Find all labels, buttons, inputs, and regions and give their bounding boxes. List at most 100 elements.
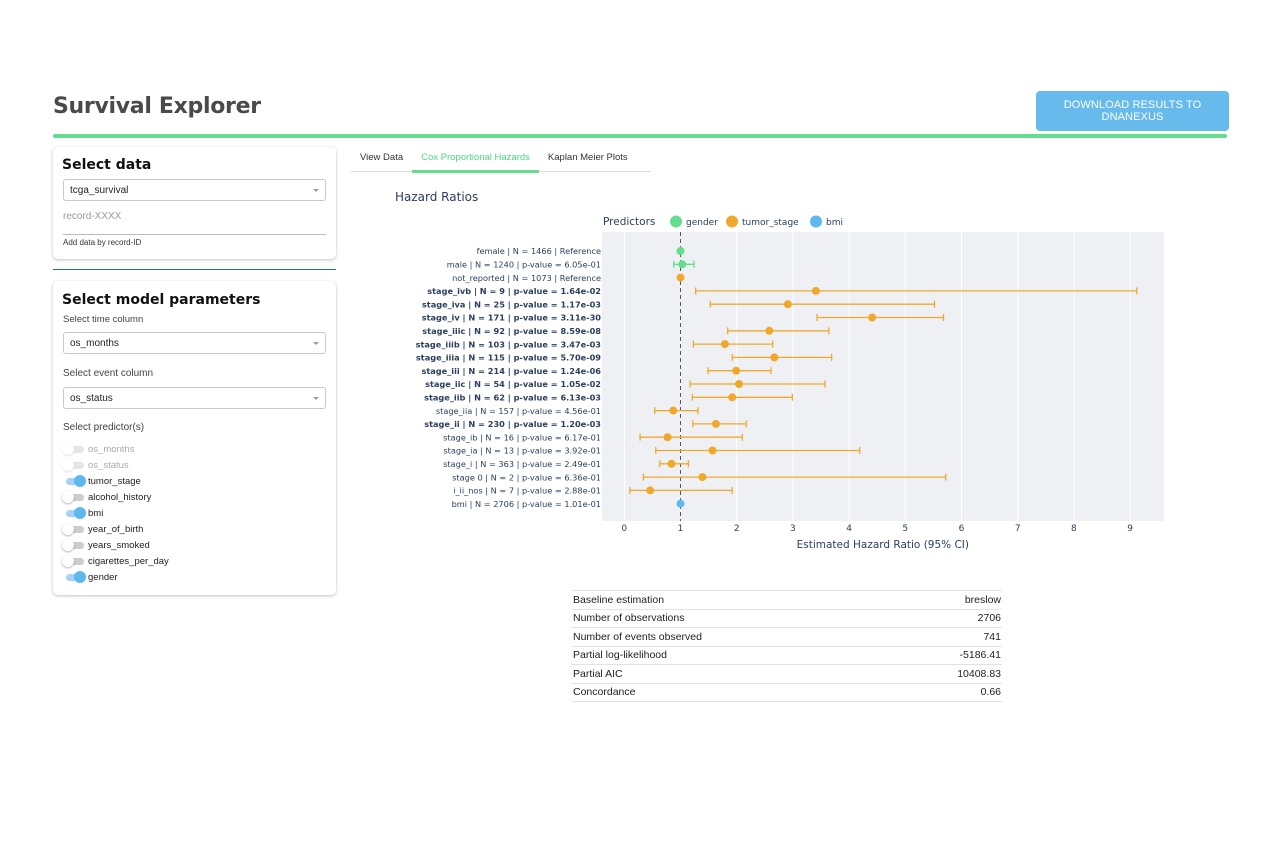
stats-row: Partial AIC 10408.83 [572, 664, 1002, 683]
predictor-toggle-tumor-stage[interactable]: tumor_stage [62, 473, 169, 489]
toggle-switch[interactable] [62, 522, 86, 536]
hazard-ratio-point [732, 366, 741, 375]
predictor-toggle-year-of-birth[interactable]: year_of_birth [62, 521, 169, 537]
legend-label-tumor-stage[interactable]: tumor_stage [742, 218, 799, 228]
predictor-label: bmi [88, 507, 104, 519]
model-summary-table: Baseline estimation breslow Number of obse… [572, 590, 1002, 702]
header-accent-bar [53, 134, 1227, 138]
hazard-ratio-point [868, 313, 877, 322]
row-label: female | N = 1466 | Reference [477, 246, 601, 256]
stat-label: Partial AIC [572, 664, 891, 683]
toggle-switch[interactable] [62, 442, 86, 456]
toggle-switch[interactable] [62, 538, 86, 552]
predictors-label: Select predictor(s) [63, 422, 145, 433]
predictor-toggle-list: os_months os_status tumor_stage alcohol_… [62, 441, 169, 585]
chevron-down-icon [313, 397, 319, 400]
x-axis-label: Estimated Hazard Ratio (95% CI) [797, 539, 969, 551]
results-tabs: View Data Cox Proportional Hazards Kapla… [351, 147, 651, 173]
row-label: stage 0 | N = 2 | p-value = 6.36e-01 [452, 472, 601, 482]
predictor-label: gender [88, 571, 118, 583]
predictor-toggle-os-status[interactable]: os_status [62, 457, 169, 473]
download-results-button[interactable]: DOWNLOAD RESULTS TO DNANEXUS [1036, 91, 1229, 131]
hazard-ratio-point [811, 286, 820, 295]
tab-kaplan-meier-plots[interactable]: Kaplan Meier Plots [539, 147, 637, 172]
toggle-switch[interactable] [62, 474, 86, 488]
predictor-label: year_of_birth [88, 523, 144, 535]
x-tick-label: 4 [846, 524, 852, 534]
predictor-toggle-cigarettes-per-day[interactable]: cigarettes_per_day [62, 553, 169, 569]
row-label: stage_iib | N = 62 | p-value = 6.13e-03 [424, 393, 601, 403]
hazard-ratio-point [678, 260, 687, 269]
legend: Predictors gender tumor_stage bmi [603, 215, 843, 228]
record-id-helper: Add data by record-ID [63, 238, 142, 247]
stat-value: 10408.83 [890, 664, 1002, 683]
row-label: stage_iia | N = 157 | p-value = 4.56e-01 [436, 406, 601, 416]
hazard-ratio-point [676, 273, 685, 282]
record-id-input[interactable]: record-XXXX [63, 207, 326, 235]
predictor-toggle-bmi[interactable]: bmi [62, 505, 169, 521]
select-data-card: Select data tcga_survival record-XXXX Ad… [53, 147, 336, 259]
stats-row: Concordance 0.66 [572, 682, 1002, 702]
x-tick-label: 2 [734, 524, 740, 534]
hazard-ratio-point [676, 247, 685, 255]
app-title: Survival Explorer [53, 94, 261, 119]
tab-cox-proportional-hazards[interactable]: Cox Proportional Hazards [412, 147, 539, 173]
row-label: stage_iv | N = 171 | p-value = 3.11e-30 [422, 313, 602, 323]
x-tick-label: 7 [1015, 524, 1021, 534]
hazard-ratio-point [783, 300, 792, 309]
x-tick-label: 3 [790, 524, 796, 534]
event-column-select[interactable]: os_status [63, 387, 326, 409]
plot-area [602, 232, 1164, 521]
tab-view-data[interactable]: View Data [351, 147, 412, 172]
predictor-toggle-gender[interactable]: gender [62, 569, 169, 585]
toggle-switch[interactable] [62, 554, 86, 568]
event-column-label: Select event column [63, 368, 154, 379]
predictor-toggle-alcohol-history[interactable]: alcohol_history [62, 489, 169, 505]
x-tick-label: 5 [902, 524, 908, 534]
row-label: stage_iii | N = 214 | p-value = 1.24e-06 [421, 366, 601, 376]
time-column-label: Select time column [63, 314, 144, 325]
legend-marker-gender [670, 215, 682, 228]
predictor-label: os_months [88, 443, 135, 455]
hazard-ratio-point [676, 499, 685, 508]
hazard-ratio-point [667, 459, 676, 468]
row-label: stage_iic | N = 54 | p-value = 1.05e-02 [425, 379, 601, 389]
dataset-select[interactable]: tcga_survival [63, 179, 326, 201]
hazard-ratio-point [669, 406, 678, 415]
toggle-switch[interactable] [62, 570, 86, 584]
row-label: stage_ib | N = 16 | p-value = 6.17e-01 [443, 432, 601, 442]
legend-label-gender[interactable]: gender [686, 218, 718, 228]
dataset-select-value: tcga_survival [70, 184, 129, 196]
time-column-select[interactable]: os_months [63, 332, 326, 354]
model-params-card: Select model parameters Select time colu… [53, 281, 336, 595]
row-label: stage_iiia | N = 115 | p-value = 5.70e-0… [416, 353, 601, 363]
toggle-switch[interactable] [62, 490, 86, 504]
x-tick-label: 9 [1127, 524, 1133, 534]
gridlines [623, 232, 1131, 521]
toggle-switch[interactable] [62, 458, 86, 472]
toggle-switch[interactable] [62, 506, 86, 520]
data-marks [629, 247, 1138, 508]
legend-label-bmi[interactable]: bmi [826, 218, 843, 228]
stat-label: Concordance [572, 682, 891, 702]
stat-value: 0.66 [890, 682, 1002, 702]
stat-label: Number of events observed [572, 627, 891, 646]
stat-label: Baseline estimation [572, 590, 891, 609]
chart-title: Hazard Ratios [395, 190, 479, 204]
stats-row: Baseline estimation breslow [572, 590, 1002, 609]
row-label: i_ii_nos | N = 7 | p-value = 2.88e-01 [453, 486, 601, 496]
stat-value: -5186.41 [890, 645, 1002, 665]
stat-value: breslow [890, 590, 1002, 609]
row-label: stage_i | N = 363 | p-value = 2.49e-01 [443, 459, 601, 469]
stats-row: Number of events observed 741 [572, 627, 1002, 646]
row-label: male | N = 1240 | p-value = 6.05e-01 [447, 260, 601, 270]
hazard-ratio-point [765, 326, 774, 335]
stat-label: Number of observations [572, 608, 891, 628]
hazard-ratio-point [708, 446, 717, 455]
chevron-down-icon [313, 189, 319, 192]
predictor-toggle-years-smoked[interactable]: years_smoked [62, 537, 169, 553]
stat-value: 741 [890, 627, 1002, 646]
chevron-down-icon [313, 342, 319, 345]
predictor-toggle-os-months[interactable]: os_months [62, 441, 169, 457]
hazard-ratio-point [646, 486, 655, 495]
